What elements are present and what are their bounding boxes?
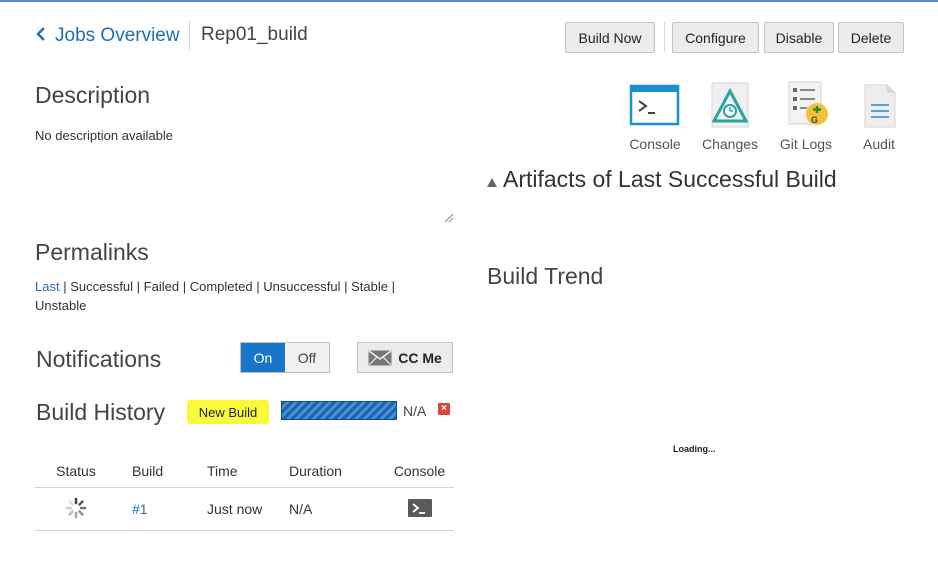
permalink-separator: | xyxy=(387,279,395,294)
jobs-overview-label: Jobs Overview xyxy=(55,24,180,46)
table-header-row: Status Build Time Duration Console xyxy=(35,455,454,488)
changes-action[interactable]: Changes xyxy=(695,80,765,152)
cc-me-button[interactable]: CC Me xyxy=(357,342,453,373)
build-trend-heading: Build Trend xyxy=(487,263,604,289)
permalink-separator: | xyxy=(179,279,190,294)
permalink-unsuccessful[interactable]: Unsuccessful xyxy=(263,279,340,294)
loading-spinner-icon xyxy=(65,497,87,518)
changes-action-label: Changes xyxy=(701,136,759,152)
description-text: No description available xyxy=(35,128,174,143)
permalink-completed[interactable]: Completed xyxy=(190,279,253,294)
build-progress-value: N/A xyxy=(403,403,427,419)
console-cell xyxy=(385,487,454,531)
top-accent-line xyxy=(0,0,938,2)
changes-icon xyxy=(702,80,758,130)
permalinks-heading: Permalinks xyxy=(35,239,149,265)
notifications-toggle[interactable]: On Off xyxy=(240,342,330,373)
col-console: Console xyxy=(385,455,454,488)
svg-text:G: G xyxy=(811,115,818,125)
build-progress-bar xyxy=(281,401,397,420)
header-divider xyxy=(189,20,190,50)
configure-button[interactable]: Configure xyxy=(672,22,759,53)
git-logs-action[interactable]: G Git Logs xyxy=(771,80,841,152)
build-number-link[interactable]: #1 xyxy=(132,501,148,517)
permalink-separator: | xyxy=(340,279,352,294)
job-title: Rep01_build xyxy=(201,24,308,45)
permalink-successful[interactable]: Successful xyxy=(70,279,133,294)
notifications-off-button[interactable]: Off xyxy=(285,343,329,372)
artifacts-heading: Artifacts of Last Successful Build xyxy=(503,166,837,192)
audit-icon xyxy=(851,80,907,130)
permalink-last[interactable]: Last xyxy=(35,279,60,294)
notifications-heading: Notifications xyxy=(36,346,162,372)
duration-cell: N/A xyxy=(289,487,385,531)
console-icon xyxy=(627,80,683,130)
build-history-heading: Build History xyxy=(36,399,166,425)
envelope-icon xyxy=(368,349,392,365)
build-cell: #1 xyxy=(117,487,207,531)
loading-text: Loading... xyxy=(673,444,716,454)
notifications-on-button[interactable]: On xyxy=(241,343,285,372)
permalink-failed[interactable]: Failed xyxy=(144,279,179,294)
git-logs-icon: G xyxy=(778,80,834,130)
jobs-overview-link[interactable]: Jobs Overview xyxy=(36,24,180,47)
console-action-label: Console xyxy=(629,136,681,152)
git-logs-action-label: Git Logs xyxy=(779,136,833,152)
chevron-left-icon xyxy=(36,24,46,47)
resize-handle-icon[interactable] xyxy=(444,210,454,223)
table-row: #1 Just now N/A xyxy=(35,487,454,531)
status-cell xyxy=(35,487,117,531)
build-now-button[interactable]: Build Now xyxy=(565,22,655,53)
disable-button[interactable]: Disable xyxy=(764,22,834,53)
permalink-stable[interactable]: Stable xyxy=(351,279,388,294)
col-build: Build xyxy=(117,455,207,488)
permalink-separator: | xyxy=(252,279,264,294)
terminal-icon[interactable] xyxy=(407,498,432,517)
cancel-build-icon[interactable]: × xyxy=(438,403,450,415)
cc-me-label: CC Me xyxy=(398,349,442,366)
permalinks-list: Last | Successful | Failed | Completed |… xyxy=(35,277,445,315)
col-status: Status xyxy=(35,455,117,488)
new-build-badge: New Build xyxy=(187,400,269,424)
permalink-separator: | xyxy=(59,279,71,294)
build-history-table: Status Build Time Duration Console #1 Ju… xyxy=(35,455,454,531)
col-duration: Duration xyxy=(289,455,385,488)
col-time: Time xyxy=(207,455,289,488)
description-heading: Description xyxy=(35,82,151,108)
audit-action-label: Audit xyxy=(863,136,895,152)
artifacts-section-header: Artifacts of Last Successful Build xyxy=(487,166,837,193)
permalink-separator: | xyxy=(133,279,144,294)
delete-button[interactable]: Delete xyxy=(838,22,904,53)
collapse-triangle-icon[interactable] xyxy=(487,178,497,187)
audit-action[interactable]: Audit xyxy=(844,80,914,152)
toolbar-divider xyxy=(664,22,665,52)
console-action[interactable]: Console xyxy=(620,80,690,152)
permalink-unstable[interactable]: Unstable xyxy=(35,298,86,313)
time-cell: Just now xyxy=(207,487,289,531)
